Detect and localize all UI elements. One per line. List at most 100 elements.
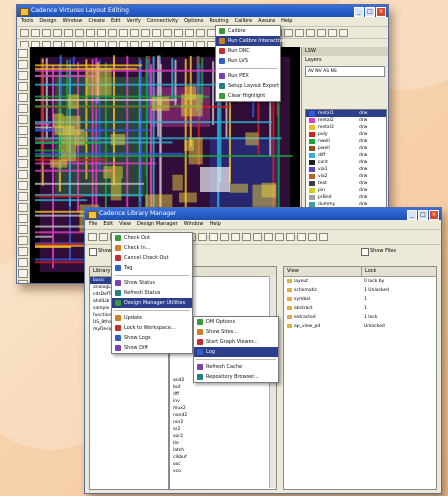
toolbar-button[interactable] (53, 28, 62, 37)
layer-row[interactable]: diff drw (306, 152, 386, 159)
tool-button[interactable] (18, 93, 28, 102)
menu-item[interactable]: Create (88, 17, 105, 26)
maximize-button[interactable]: □ (418, 210, 428, 220)
toolbar-button[interactable] (220, 233, 229, 241)
show-files-checkbox[interactable] (361, 248, 369, 256)
cell-item[interactable]: latch (170, 447, 276, 454)
tool-button[interactable] (18, 82, 28, 91)
tool-button[interactable] (18, 159, 28, 168)
toolbar-button[interactable] (286, 233, 295, 241)
toolbar-button[interactable] (317, 28, 326, 37)
cell-item[interactable]: clkbuf (170, 454, 276, 461)
menu-item[interactable]: Cancel Check Out (112, 253, 192, 263)
menu-item[interactable]: Help (281, 17, 292, 26)
menu-item[interactable]: Design Manager (137, 220, 178, 229)
menu-item[interactable]: Start Graph Viewer... (194, 337, 278, 347)
toolbar-button[interactable] (284, 28, 293, 37)
menu-item[interactable]: Setup Layout Export (216, 81, 280, 91)
toolbar-button[interactable] (306, 28, 315, 37)
menu-item[interactable]: Show Status (112, 278, 192, 288)
tool-button[interactable] (18, 148, 28, 157)
menu-item[interactable]: Calibre (216, 26, 280, 36)
menu-item[interactable]: Check Out (112, 233, 192, 243)
view-row[interactable]: extracted 1 lock (284, 313, 436, 322)
menu-item[interactable]: Design (39, 17, 56, 26)
cell-item[interactable]: xor2 (170, 433, 276, 440)
menu-item[interactable]: Window (184, 220, 204, 229)
toolbar-button[interactable] (185, 28, 194, 37)
cell-item[interactable]: inv (170, 398, 276, 405)
tool-button[interactable] (18, 203, 28, 212)
toolbar-button[interactable] (209, 233, 218, 241)
view-row[interactable]: schematic 1 Unlocked (284, 286, 436, 295)
layer-row[interactable]: via1 drw (306, 166, 386, 173)
layer-row[interactable]: metal3 drw (306, 124, 386, 131)
menu-item[interactable]: Repository Browser... (194, 372, 278, 382)
toolbar-button[interactable] (231, 233, 240, 241)
menu-item[interactable]: File (89, 220, 97, 229)
menu-item[interactable]: Show Sites... (194, 327, 278, 337)
menu-item[interactable]: Refresh Status (112, 288, 192, 298)
cell-item[interactable]: mux2 (170, 405, 276, 412)
tool-button[interactable] (18, 71, 28, 80)
menu-item[interactable]: Edit (111, 17, 121, 26)
cell-item[interactable]: osc (170, 461, 276, 468)
menu-item[interactable]: Log (194, 347, 278, 357)
menu-item[interactable]: View (119, 220, 131, 229)
toolbar-button[interactable] (99, 233, 108, 241)
menu-item[interactable]: Edit (103, 220, 113, 229)
cell-item[interactable]: nand2 (170, 412, 276, 419)
layer-row[interactable]: cont drw (306, 159, 386, 166)
menu-item[interactable]: Check In... (112, 243, 192, 253)
toolbar-button[interactable] (119, 28, 128, 37)
toolbar-button[interactable] (339, 28, 348, 37)
tool-button[interactable] (18, 225, 28, 234)
menu-item[interactable]: Run Calibre Interactive (216, 36, 285, 46)
view-row[interactable]: abstract 1 (284, 304, 436, 313)
toolbar-button[interactable] (328, 28, 337, 37)
tool-button[interactable] (18, 137, 28, 146)
tool-button[interactable] (18, 280, 28, 283)
tool-button[interactable] (18, 49, 28, 58)
layer-row[interactable]: pwell drw (306, 145, 386, 152)
toolbar-button[interactable] (196, 28, 205, 37)
layer-row[interactable]: metal1 drw (306, 110, 386, 117)
menu-item[interactable]: Options (184, 17, 203, 26)
toolbar-button[interactable] (86, 28, 95, 37)
toolbar-button[interactable] (75, 28, 84, 37)
tool-button[interactable] (18, 170, 28, 179)
layer-row[interactable]: nwell drw (306, 138, 386, 145)
cell-item[interactable]: dff (170, 391, 276, 398)
toolbar-button[interactable] (97, 28, 106, 37)
cell-item[interactable]: vco (170, 468, 276, 475)
toolbar-button[interactable] (130, 28, 139, 37)
tool-button[interactable] (18, 247, 28, 256)
minimize-button[interactable]: _ (354, 7, 364, 17)
toolbar-button[interactable] (64, 28, 73, 37)
toolbar-button[interactable] (253, 233, 262, 241)
view-row[interactable]: symbol 1 (284, 295, 436, 304)
layer-row[interactable]: via2 drw (306, 173, 386, 180)
menu-item[interactable]: Clear Highlight (216, 91, 280, 101)
tool-button[interactable] (18, 192, 28, 201)
menu-item[interactable]: Show Logs (112, 333, 192, 343)
view-row[interactable]: layout 0 lock by (284, 277, 436, 286)
toolbar-button[interactable] (275, 233, 284, 241)
menu-item[interactable]: Design Manager Utilities (112, 298, 192, 308)
menu-item[interactable]: Tools (21, 17, 33, 26)
toolbar-button[interactable] (198, 233, 207, 241)
layer-row[interactable]: text drw (306, 180, 386, 187)
menu-item[interactable]: Run DRC (216, 46, 280, 56)
layer-filter[interactable]: AV NV AS NS (305, 66, 385, 77)
tool-button[interactable] (18, 181, 28, 190)
toolbar-button[interactable] (174, 28, 183, 37)
toolbar-button[interactable] (319, 233, 328, 241)
toolbar-button[interactable] (264, 233, 273, 241)
toolbar-button[interactable] (108, 28, 117, 37)
cell-item[interactable]: or2 (170, 426, 276, 433)
menu-item[interactable]: Window (63, 17, 83, 26)
toolbar-button[interactable] (20, 28, 29, 37)
toolbar-button[interactable] (295, 28, 304, 37)
close-button[interactable]: × (429, 210, 439, 220)
menu-item[interactable]: Verify (127, 17, 141, 26)
